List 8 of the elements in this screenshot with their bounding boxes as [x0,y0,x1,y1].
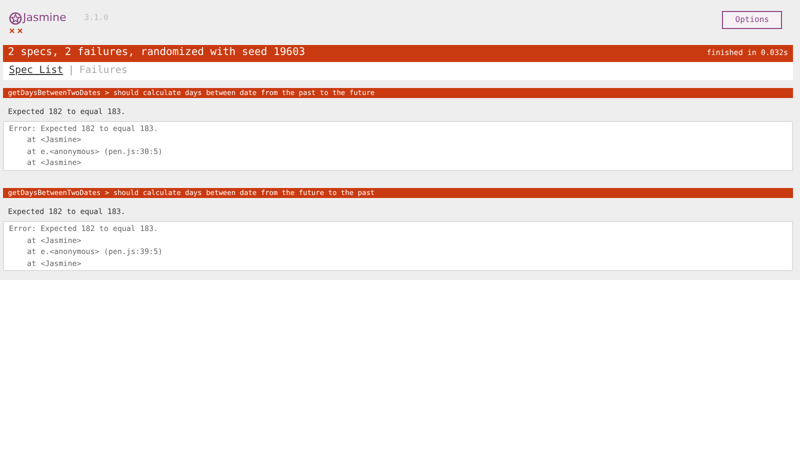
tab-separator: | [68,64,74,78]
options-button[interactable]: Options [722,11,782,29]
failed-spec-icon: × [9,26,16,36]
tab[interactable]: Spec List [9,63,64,78]
summary-text: 2 specs, 2 failures, randomized with seed 19603 [8,45,306,60]
failed-spec-icon: × [17,26,24,36]
app-title: Jasmine [23,10,66,26]
star-logo-icon [9,12,22,25]
